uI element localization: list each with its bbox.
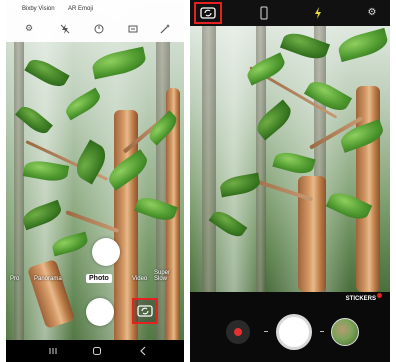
shutter-button[interactable] [86,298,114,326]
tree-branch [65,210,120,234]
gear-icon[interactable]: ⚙ [366,6,378,20]
timer-icon[interactable] [94,24,104,34]
mode-photo[interactable]: Photo [86,274,112,283]
divider [320,331,324,332]
magic-wand-icon[interactable] [160,24,170,34]
left-camera-screen: Bixby Vision AR Emoji ⚙ Pro Panorama Pho… [6,0,184,362]
back-icon[interactable] [138,345,148,357]
leaf [50,231,90,257]
leaf [62,87,104,121]
switch-camera-icon [200,7,216,19]
switch-camera-icon [137,305,153,317]
right-camera-screen: ⚙ STICKERS [190,0,390,362]
mode-pro[interactable]: Pro [10,276,19,282]
leaf [22,158,70,184]
ar-emoji-label[interactable]: AR Emoji [68,6,93,12]
aspect-ratio-icon[interactable] [128,24,138,34]
camera-bottom-bar: STICKERS [190,292,390,362]
record-dot-icon [234,328,242,336]
stickers-button[interactable]: STICKERS [346,296,376,302]
system-nav-bar [6,340,184,362]
gear-icon[interactable]: ⚙ [24,24,34,34]
aspect-ratio-icon[interactable] [258,6,270,20]
recent-apps-icon[interactable] [48,345,58,357]
switch-camera-button[interactable] [194,2,222,24]
leaf [218,172,262,198]
flash-off-icon[interactable] [60,24,70,34]
leaf [272,149,316,177]
gallery-thumbnail[interactable] [331,318,359,346]
record-button[interactable] [226,320,250,344]
leaf [20,199,64,231]
divider [264,331,268,332]
camera-viewfinder [190,26,390,292]
bixby-vision-label[interactable]: Bixby Vision [22,6,55,12]
mode-selector-bubble[interactable] [92,238,120,266]
switch-camera-button[interactable] [132,298,158,324]
tree-trunk [26,258,76,330]
stickers-notification-dot [377,293,382,298]
leaf [336,27,390,63]
background-trunk [14,40,24,362]
mode-panorama[interactable]: Panorama [34,276,62,282]
camera-top-bar: ⚙ [190,0,390,26]
leaf [303,76,353,116]
flash-icon[interactable] [312,6,324,20]
mode-super-slow[interactable]: Super Slow [154,270,184,282]
shutter-button[interactable] [276,314,312,350]
background-trunk [202,26,216,292]
camera-top-bar: Bixby Vision AR Emoji ⚙ [6,0,184,42]
home-icon[interactable] [92,345,102,357]
mode-video[interactable]: Video [132,276,147,282]
leaf [24,54,70,92]
leaf [90,46,148,80]
leaf [244,52,288,86]
